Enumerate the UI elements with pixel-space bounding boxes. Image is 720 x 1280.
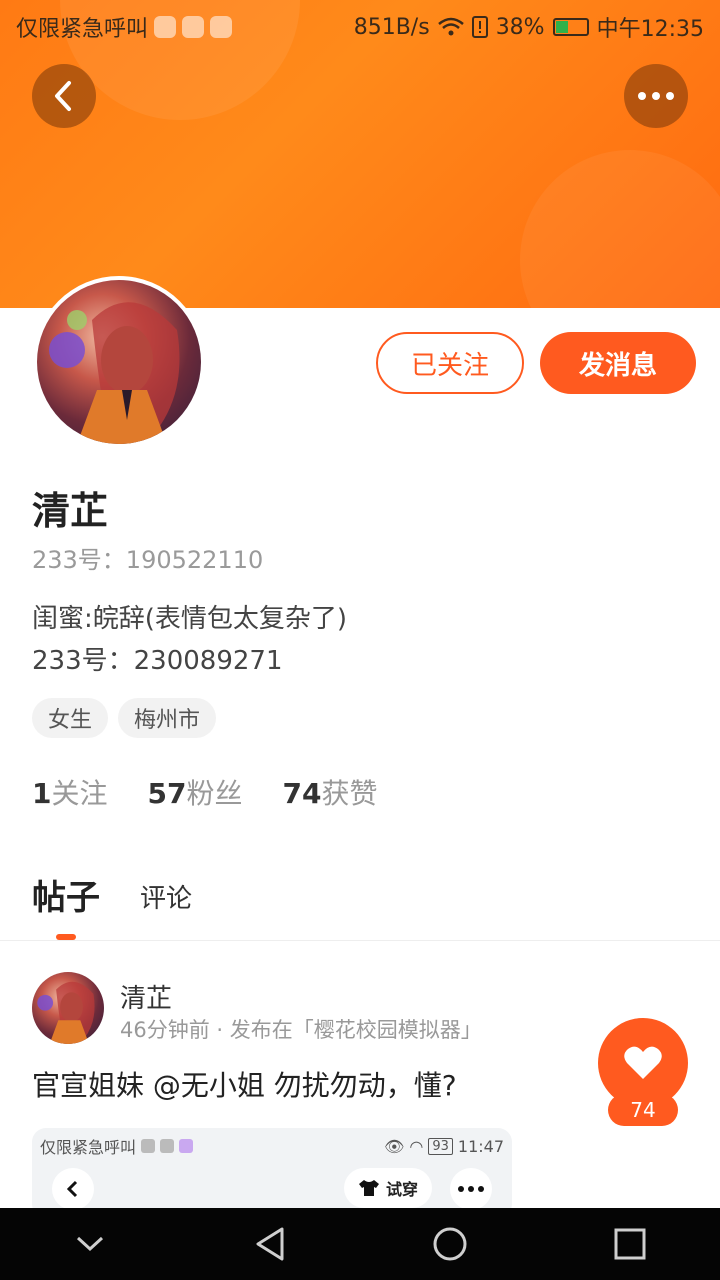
profile-name: 清芷 xyxy=(32,489,109,533)
image-more-button xyxy=(450,1168,492,1210)
following-button[interactable]: 已关注 xyxy=(376,332,524,394)
eye-icon: 👁 xyxy=(384,1136,405,1156)
chevron-left-icon xyxy=(55,81,71,111)
stat-likes[interactable]: 74获赞 xyxy=(282,772,377,812)
notification-icon xyxy=(141,1139,156,1153)
post-image[interactable]: 仅限紧急呼叫 👁 ◠ 93 11:47 试穿 xyxy=(32,1128,512,1218)
ellipsis-icon xyxy=(638,92,674,100)
back-button[interactable] xyxy=(32,64,96,128)
bio-line: 闺蜜:皖辞(表情包太复杂了) xyxy=(32,604,348,634)
nav-home-button[interactable] xyxy=(410,1208,490,1280)
wifi-icon: ◠ xyxy=(409,1136,424,1156)
more-options-button[interactable] xyxy=(624,64,688,128)
triangle-back-icon xyxy=(256,1227,284,1261)
circle-home-icon xyxy=(433,1227,467,1261)
notification-icon xyxy=(154,16,177,38)
avatar-image xyxy=(37,280,201,444)
post-meta: 46分钟前 · 发布在「樱花校园模拟器」 xyxy=(120,1018,482,1042)
notification-icon xyxy=(210,16,233,38)
chevron-down-icon xyxy=(76,1236,104,1252)
post-text[interactable]: 官宣姐妹 @无小姐 勿扰勿动，懂? xyxy=(32,1064,457,1104)
battery-icon xyxy=(552,18,589,36)
battery-text: 93 xyxy=(428,1137,453,1155)
post-author-avatar[interactable] xyxy=(32,972,104,1044)
notification-icon xyxy=(160,1139,175,1153)
profile-bio: 闺蜜:皖辞(表情包太复杂了) 233号：230089271 xyxy=(32,598,347,682)
carrier-text: 仅限紧急呼叫 xyxy=(16,17,149,42)
shirt-icon xyxy=(359,1180,379,1196)
profile-header-banner: 仅限紧急呼叫 851B/s 38% 中午12:35 xyxy=(0,0,720,308)
image-carrier-text: 仅限紧急呼叫 xyxy=(40,1138,137,1157)
status-bar: 仅限紧急呼叫 851B/s 38% 中午12:35 xyxy=(0,0,720,50)
chevron-left-icon xyxy=(67,1180,78,1198)
wifi-icon xyxy=(437,17,464,36)
stat-following[interactable]: 1关注 xyxy=(32,772,108,812)
post-author-name[interactable]: 清芷 xyxy=(120,978,172,1015)
image-try-on-button: 试穿 xyxy=(344,1168,433,1208)
bio-line: 233号：230089271 xyxy=(32,646,283,676)
heart-icon xyxy=(624,1046,662,1079)
profile-tags: 女生 梅州市 xyxy=(32,698,217,738)
network-speed: 851B/s xyxy=(353,14,430,40)
stat-fans[interactable]: 57粉丝 xyxy=(148,772,243,812)
nav-collapse-button[interactable] xyxy=(50,1208,130,1280)
tag-location: 梅州市 xyxy=(118,698,217,738)
profile-uid: 233号：190522110 xyxy=(32,546,264,574)
image-back-button xyxy=(52,1168,94,1210)
send-message-button[interactable]: 发消息 xyxy=(540,332,696,394)
sim-alert-icon xyxy=(471,16,488,38)
nav-recents-button[interactable] xyxy=(590,1208,670,1280)
notification-icon xyxy=(179,1139,194,1153)
tab-posts[interactable]: 帖子 xyxy=(32,870,100,940)
avatar[interactable] xyxy=(33,276,205,448)
ellipsis-icon xyxy=(458,1186,484,1192)
profile-stats: 1关注 57粉丝 74获赞 xyxy=(32,772,377,812)
divider xyxy=(0,940,720,941)
nav-back-button[interactable] xyxy=(230,1208,310,1280)
tab-comments[interactable]: 评论 xyxy=(140,878,192,919)
notification-icon xyxy=(182,16,205,38)
like-count: 74 xyxy=(608,1094,678,1126)
square-recents-icon xyxy=(614,1228,646,1260)
battery-percent: 38% xyxy=(495,14,545,40)
content-tabs: 帖子 评论 xyxy=(32,870,192,940)
image-status-bar: 仅限紧急呼叫 👁 ◠ 93 11:47 xyxy=(40,1134,504,1158)
image-clock: 11:47 xyxy=(457,1136,504,1156)
system-nav-bar xyxy=(0,1208,720,1280)
clock: 中午12:35 xyxy=(596,17,704,42)
banner-decoration xyxy=(520,150,720,308)
tag-gender: 女生 xyxy=(32,698,109,738)
